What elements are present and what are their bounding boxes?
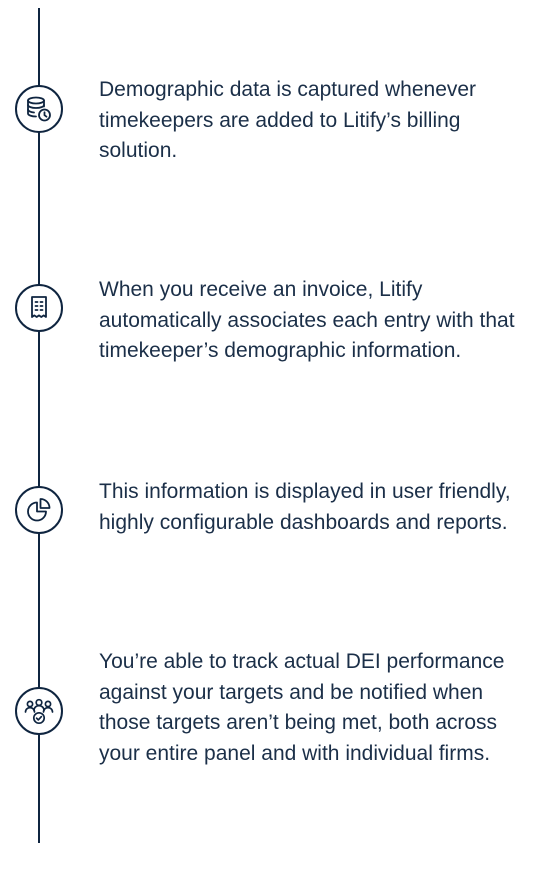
- step-1-icon-circle: [15, 85, 63, 133]
- receipt-icon: [31, 296, 47, 318]
- step-2-icon-circle: [15, 284, 63, 332]
- step-1-text: Demographic data is captured whenever ti…: [99, 78, 477, 162]
- pie-chart-icon: [27, 498, 51, 522]
- step-2-text: When you receive an invoice, Litify auto…: [99, 278, 515, 362]
- team-check-icon: [24, 698, 54, 725]
- step-4-text: You’re able to track actual DEI performa…: [99, 650, 505, 765]
- step-3-text: This information is displayed in user fr…: [99, 480, 511, 534]
- step-3-icon-circle: [15, 486, 63, 534]
- step-4-icon-circle: [15, 687, 63, 735]
- database-clock-icon: [27, 96, 51, 122]
- dei-timeline: Demographic data is captured whenever ti…: [0, 0, 543, 869]
